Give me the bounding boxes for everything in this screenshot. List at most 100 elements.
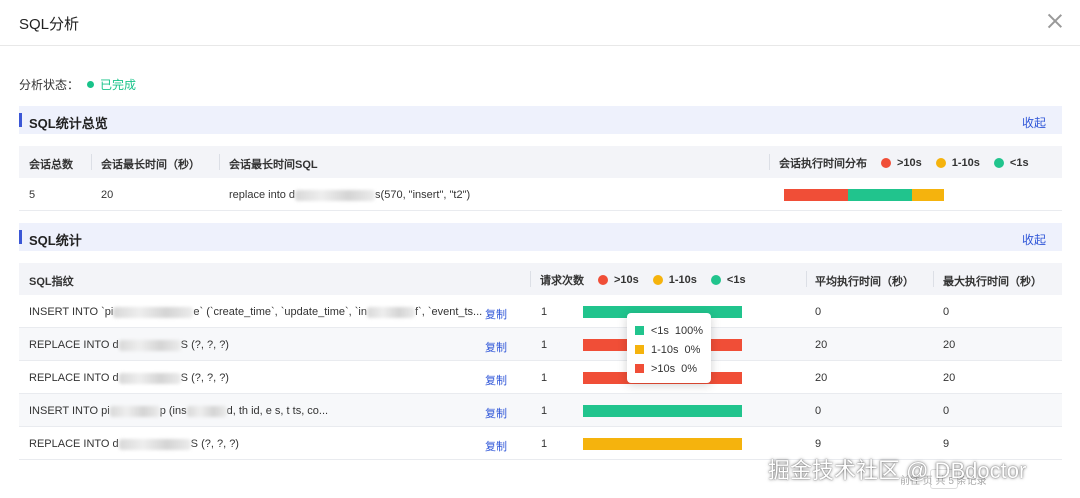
stats-legend: 请求次数 >10s 1-10s <1s <box>540 272 760 288</box>
sql-text: S (?, ?, ?) <box>180 339 229 351</box>
legend-dot-red-icon <box>881 158 891 168</box>
avg-time-value: 20 <box>815 372 828 384</box>
requests-value: 1 <box>541 405 548 417</box>
column-divider <box>91 154 92 170</box>
redacted-text <box>113 306 194 318</box>
tooltip-swatch-yellow-icon <box>635 345 644 354</box>
distribution-segment <box>583 438 742 450</box>
legend-dot-yellow-icon <box>652 275 663 285</box>
column-divider <box>933 271 934 287</box>
legend-item: >10s <box>598 274 639 286</box>
max-time-value: 20 <box>943 372 956 384</box>
th-max-time: 会话最长时间（秒） <box>101 159 200 171</box>
tooltip-label: 1-10s <box>651 343 679 356</box>
redacted-text <box>295 189 376 201</box>
overview-collapse-button[interactable]: 收起 <box>1022 114 1046 131</box>
overview-section-header: SQL统计总览 收起 <box>19 106 1062 134</box>
avg-time-value: 0 <box>815 306 822 318</box>
sessions-value: 5 <box>29 189 36 201</box>
table-row: REPLACE INTO d S (?, ?, ?) 复制 1 20 20 <box>19 361 1062 394</box>
tooltip-row: >10s 0% <box>635 359 703 378</box>
time-distribution-bar[interactable] <box>583 438 742 450</box>
max-time-value: 0 <box>943 405 950 417</box>
max-time-value: 9 <box>943 438 950 450</box>
sql-text: replace into d <box>229 189 296 201</box>
sql-text: f`, `event_ts... <box>414 306 483 318</box>
section-accent <box>19 230 22 244</box>
th-fingerprint: SQL指纹 <box>29 276 74 288</box>
column-divider <box>806 271 807 287</box>
th-max-sql: 会话最长时间SQL <box>229 159 318 171</box>
tooltip-row: 1-10s 0% <box>635 340 703 359</box>
close-icon[interactable] <box>1046 12 1064 30</box>
overview-title: SQL统计总览 <box>29 116 108 131</box>
th-avg: 平均执行时间（秒） <box>815 276 914 288</box>
dialog-title: SQL分析 <box>19 16 80 33</box>
distribution-bar <box>784 189 944 201</box>
requests-value: 1 <box>541 438 548 450</box>
copy-button[interactable]: 复制 <box>485 306 507 322</box>
copy-button[interactable]: 复制 <box>485 405 507 421</box>
legend-item: 1-10s <box>935 157 980 169</box>
sql-text: p (ins <box>159 405 187 417</box>
legend-label: 1-10s <box>668 274 697 286</box>
status-label: 分析状态： <box>19 78 80 92</box>
legend-dot-green-icon <box>993 158 1004 168</box>
avg-time-value: 9 <box>815 438 822 450</box>
redacted-text <box>118 339 181 351</box>
legend-dot-red-icon <box>598 275 608 285</box>
requests-value: 1 <box>541 306 548 318</box>
requests-value: 1 <box>541 372 548 384</box>
tooltip-label: >10s <box>651 362 676 375</box>
legend-item: 1-10s <box>652 274 697 286</box>
distribution-segment <box>848 189 912 201</box>
distribution-segment <box>784 189 848 201</box>
redacted-text <box>366 306 415 318</box>
legend-item: <1s <box>710 274 746 286</box>
sql-fingerprint: INSERT INTO `pi e` (`create_time`, `updat… <box>29 306 482 318</box>
tooltip-row: <1s 100% <box>635 321 703 340</box>
redacted-text <box>118 438 191 450</box>
status-value: 已完成 <box>100 78 137 92</box>
sql-fingerprint: REPLACE INTO d S (?, ?, ?) <box>29 438 239 450</box>
sql-text: INSERT INTO `pi <box>29 306 114 318</box>
sql-text: s(570, "insert", "t2") <box>375 189 471 201</box>
column-divider <box>769 154 770 170</box>
dialog-header: SQL分析 <box>0 0 1080 46</box>
legend-label: <1s <box>1009 157 1029 169</box>
sql-text: REPLACE INTO d <box>29 339 119 351</box>
redacted-text <box>118 372 181 384</box>
avg-time-value: 0 <box>815 405 822 417</box>
stats-title: SQL统计 <box>29 233 82 248</box>
sql-text: REPLACE INTO d <box>29 372 119 384</box>
overview-distribution-legend: 会话执行时间分布 >10s 1-10s <1s <box>779 155 1043 171</box>
tooltip-value: 0% <box>684 343 701 356</box>
legend-label: <1s <box>726 274 746 286</box>
time-distribution-bar[interactable] <box>583 405 742 417</box>
max-time-value: 20 <box>101 189 114 201</box>
status-dot-icon <box>87 81 95 88</box>
table-row: REPLACE INTO d S (?, ?, ?) 复制 1 20 20 <box>19 328 1062 361</box>
stats-collapse-button[interactable]: 收起 <box>1022 231 1046 248</box>
column-divider <box>219 154 220 170</box>
copy-button[interactable]: 复制 <box>485 372 507 388</box>
sql-fingerprint: REPLACE INTO d S (?, ?, ?) <box>29 339 229 351</box>
tooltip-swatch-green-icon <box>635 326 644 335</box>
legend-dot-green-icon <box>710 275 721 285</box>
table-row: INSERT INTO pi p (ins d, th id, e s, t ts,… <box>19 394 1062 427</box>
section-accent <box>19 113 22 127</box>
copy-button[interactable]: 复制 <box>485 339 507 355</box>
distribution-segment <box>912 189 944 201</box>
sql-text: e` (`create_time`, `update_time`, `in <box>193 306 367 318</box>
redacted-text <box>186 405 227 417</box>
th-distribution: 会话执行时间分布 <box>779 158 867 170</box>
column-divider <box>530 271 531 287</box>
overview-row: 5 20 replace into d s(570, "insert", "t2"… <box>19 178 1062 211</box>
tooltip-value: 100% <box>674 324 703 337</box>
sql-text: d, th id, e s, t ts, co... <box>226 405 329 417</box>
stats-section-header: SQL统计 收起 <box>19 223 1062 251</box>
legend-item: <1s <box>993 157 1029 169</box>
tooltip-value: 0% <box>681 362 698 375</box>
th-max: 最大执行时间（秒） <box>943 276 1042 288</box>
copy-button[interactable]: 复制 <box>485 438 507 454</box>
